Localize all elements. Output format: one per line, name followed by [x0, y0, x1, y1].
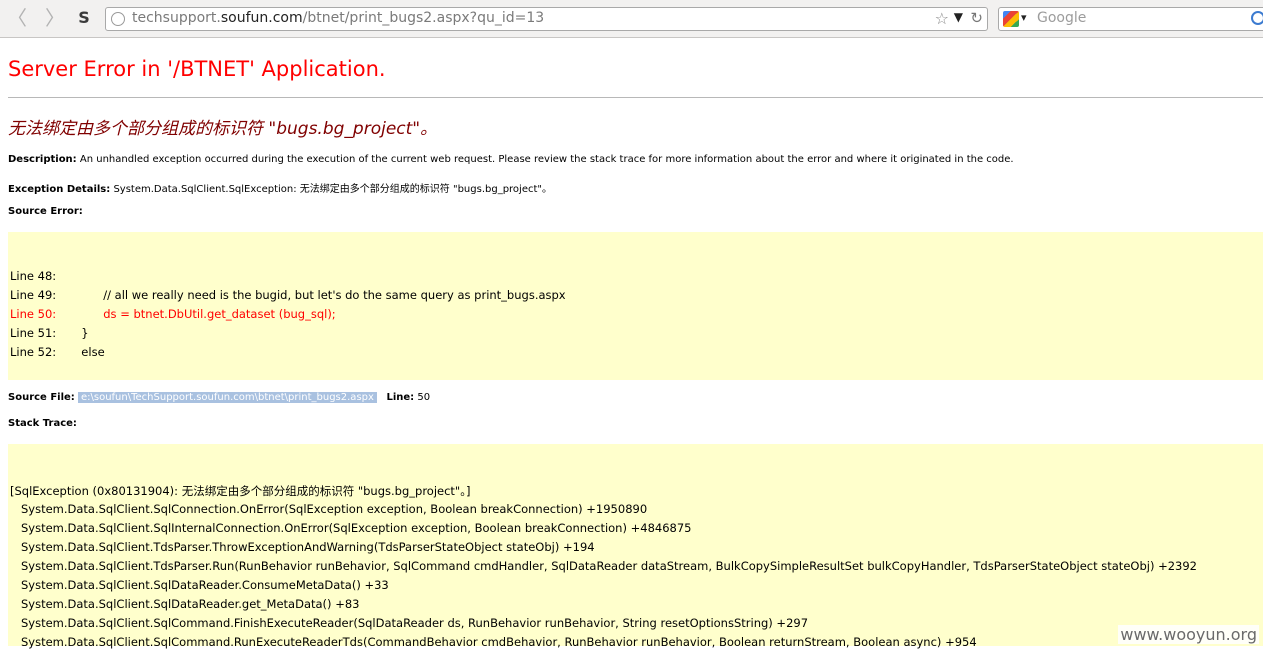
url-bar[interactable]: techsupport.soufun.com/btnet/print_bugs2…	[105, 7, 988, 31]
search-icon[interactable]	[1251, 11, 1263, 25]
stack-line: System.Data.SqlClient.SqlCommand.RunExec…	[10, 635, 977, 649]
source-error-box: Line 48: Line 49: // all we really need …	[8, 232, 1263, 380]
source-file-label: Source File:	[8, 392, 75, 403]
description-label: Description:	[8, 154, 77, 165]
stack-trace-line: Stack Trace:	[8, 418, 77, 429]
source-line-50: Line 50: ds = btnet.DbUtil.get_dataset (…	[10, 307, 336, 321]
description-line: Description: An unhandled exception occu…	[8, 154, 1014, 165]
back-arrow-icon[interactable]: 〈	[4, 8, 30, 30]
source-file-line: Source File: e:\soufun\TechSupport.soufu…	[8, 392, 430, 403]
exception-label: Exception Details:	[8, 184, 111, 195]
source-line-48: Line 48:	[10, 269, 57, 283]
stack-line: System.Data.SqlClient.SqlCommand.FinishE…	[10, 616, 809, 630]
source-line-52: Line 52: else	[10, 345, 105, 359]
watermark: www.wooyun.org	[1118, 625, 1259, 644]
forward-arrow-icon[interactable]: 〉	[42, 8, 68, 30]
url-path: /btnet/print_bugs2.aspx?qu_id=13	[302, 10, 545, 26]
page-title: Server Error in '/BTNET' Application.	[8, 57, 386, 81]
globe-icon	[111, 12, 125, 26]
search-input[interactable]: Google	[1037, 10, 1086, 26]
line-label: Line:	[386, 392, 415, 403]
stack-line: System.Data.SqlClient.TdsParser.Run(RunB…	[10, 559, 1197, 573]
search-engine-dropdown-icon[interactable]: ▾	[1021, 11, 1027, 24]
stack-line: System.Data.SqlClient.TdsParser.ThrowExc…	[10, 540, 595, 554]
stack-trace-label: Stack Trace:	[8, 418, 77, 429]
google-icon[interactable]	[1003, 11, 1019, 27]
line-value: 50	[417, 392, 431, 403]
chevron-down-icon[interactable]: ▼	[954, 10, 963, 24]
stack-trace-box: [SqlException (0x80131904): 无法绑定由多个部分组成的…	[8, 444, 1263, 649]
search-bar[interactable]: ▾ Google	[998, 7, 1263, 31]
exception-line: Exception Details: System.Data.SqlClient…	[8, 180, 552, 195]
url-prefix: techsupport.	[132, 10, 221, 26]
stack-line: [SqlException (0x80131904): 无法绑定由多个部分组成的…	[10, 484, 471, 498]
stack-line: System.Data.SqlClient.SqlInternalConnect…	[10, 521, 692, 535]
stack-line: System.Data.SqlClient.SqlConnection.OnEr…	[10, 502, 648, 516]
url-text[interactable]: techsupport.soufun.com/btnet/print_bugs2…	[132, 10, 544, 26]
stack-line: System.Data.SqlClient.SqlDataReader.Cons…	[10, 578, 389, 592]
exception-text: System.Data.SqlClient.SqlException: 无法绑定…	[113, 184, 553, 195]
bookmark-star-icon[interactable]: ☆	[935, 9, 949, 28]
description-text: An unhandled exception occurred during t…	[79, 154, 1014, 165]
browser-toolbar: 〈 〉 S techsupport.soufun.com/btnet/print…	[0, 0, 1263, 38]
error-heading: 无法绑定由多个部分组成的标识符 "bugs.bg_project"。	[8, 119, 438, 139]
source-error-line: Source Error:	[8, 206, 83, 217]
source-line-51: Line 51: }	[10, 326, 89, 340]
source-error-label: Source Error:	[8, 206, 83, 217]
source-file-path[interactable]: e:\soufun\TechSupport.soufun.com\btnet\p…	[77, 392, 377, 403]
url-host: soufun.com	[220, 10, 303, 26]
divider	[8, 97, 1263, 98]
stop-icon[interactable]: S	[75, 9, 93, 27]
reload-icon[interactable]: ↻	[970, 9, 983, 27]
stack-line: System.Data.SqlClient.SqlDataReader.get_…	[10, 597, 360, 611]
source-line-49: Line 49: // all we really need is the bu…	[10, 288, 566, 302]
